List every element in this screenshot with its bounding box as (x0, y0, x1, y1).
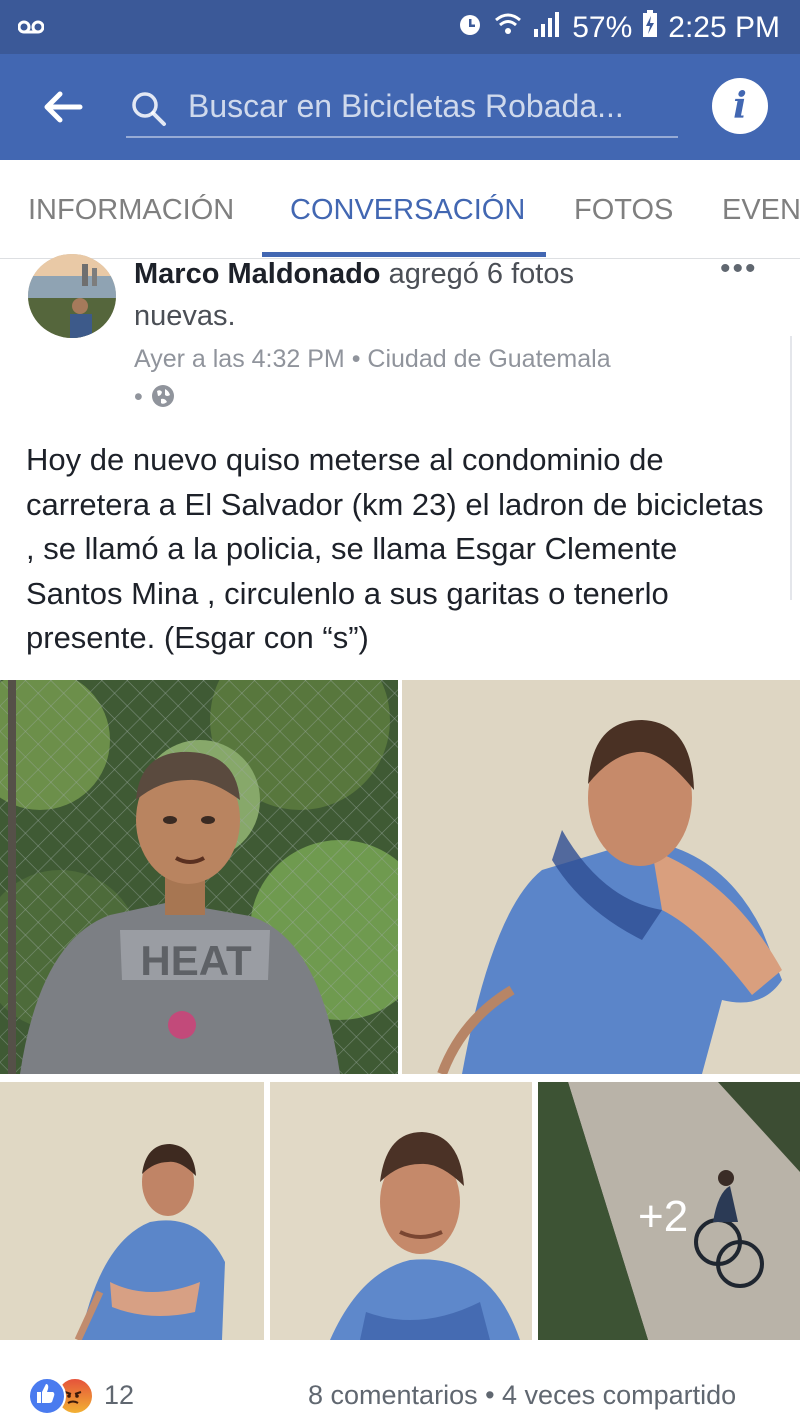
post-action-cont: nuevas. (134, 300, 236, 332)
voicemail-icon (17, 16, 45, 42)
search-icon (130, 90, 168, 133)
post-text: Hoy de nuevo quiso meterse al condominio… (26, 442, 764, 655)
photo-1[interactable]: HEAT (0, 680, 398, 1074)
meta-separator: • (134, 383, 143, 411)
status-bar: 57% 2:25 PM (0, 0, 800, 54)
like-reaction-icon (28, 1377, 66, 1415)
alarm-icon (456, 10, 484, 46)
globe-icon (150, 382, 176, 420)
photo-3[interactable] (0, 1082, 264, 1340)
group-tabs: INFORMACIÓN CONVERSACIÓN FOTOS EVEN (0, 160, 800, 259)
wifi-icon (494, 11, 522, 45)
tab-informacion[interactable]: INFORMACIÓN (28, 194, 234, 227)
signal-icon (532, 11, 562, 45)
app-bar: Buscar en Bicicletas Robada... i (0, 54, 800, 160)
photo-4[interactable] (270, 1082, 532, 1340)
info-icon[interactable]: i (712, 78, 768, 134)
clock-time: 2:25 PM (668, 11, 780, 44)
tab-eventos[interactable]: EVEN (722, 194, 800, 227)
scrollbar[interactable] (790, 336, 800, 600)
reaction-count[interactable]: 12 (104, 1380, 134, 1411)
battery-charging-icon (642, 10, 658, 46)
back-arrow-icon[interactable] (40, 84, 86, 130)
avatar[interactable] (28, 254, 116, 338)
battery-percent: 57% (572, 11, 633, 44)
post-action: agregó 6 fotos (388, 258, 574, 290)
tab-fotos[interactable]: FOTOS (574, 194, 673, 227)
tab-conversacion[interactable]: CONVERSACIÓN (290, 194, 525, 227)
author-name[interactable]: Marco Maldonado (134, 258, 381, 290)
more-options-icon[interactable]: ••• (720, 252, 758, 286)
search-input[interactable]: Buscar en Bicicletas Robada... (126, 76, 678, 138)
more-photos-count[interactable]: +2 (638, 1192, 688, 1242)
search-placeholder: Buscar en Bicicletas Robada... (188, 88, 624, 124)
post-author-line: Marco Maldonado agregó 6 fotos nuevas. (134, 253, 714, 337)
comments-shares[interactable]: 8 comentarios • 4 veces compartido (308, 1380, 736, 1411)
post-meta: Ayer a las 4:32 PM • Ciudad de Guatemala… (134, 340, 714, 420)
photo-2[interactable] (402, 680, 800, 1074)
svg-text:HEAT: HEAT (140, 937, 252, 984)
post-time-location[interactable]: Ayer a las 4:32 PM • Ciudad de Guatemala (134, 345, 611, 373)
